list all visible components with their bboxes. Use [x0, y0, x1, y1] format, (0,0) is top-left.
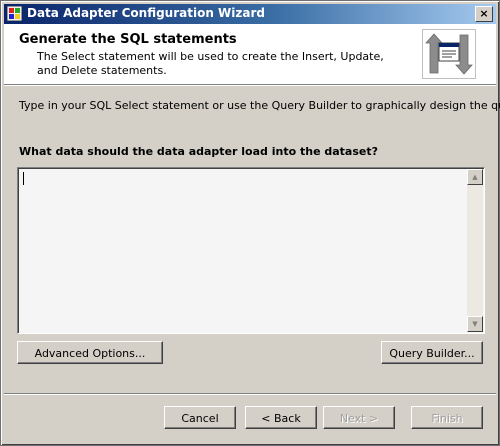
page-title: Generate the SQL statements: [19, 32, 237, 47]
close-button[interactable]: ×: [475, 6, 493, 22]
advanced-options-button[interactable]: Advanced Options...: [17, 341, 163, 364]
next-button[interactable]: Next >: [323, 406, 395, 429]
data-transfer-icon: [422, 29, 476, 79]
text-caret: [23, 172, 24, 185]
header-divider: [4, 84, 496, 86]
sql-statement-textarea[interactable]: ▲ ▼: [17, 167, 485, 334]
footer-divider: [4, 393, 496, 395]
wizard-header: Generate the SQL statements The Select s…: [4, 24, 496, 84]
instruction-text: Type in your SQL Select statement or use…: [19, 99, 500, 112]
vertical-scrollbar[interactable]: ▲ ▼: [467, 169, 483, 332]
window-title: Data Adapter Configuration Wizard: [27, 6, 265, 20]
finish-button[interactable]: Finish: [411, 406, 483, 429]
cancel-button[interactable]: Cancel: [164, 406, 236, 429]
back-button[interactable]: < Back: [245, 406, 317, 429]
page-description: The Select statement will be used to cre…: [37, 50, 384, 77]
scroll-up-arrow-icon[interactable]: ▲: [467, 169, 483, 185]
sql-prompt-label: What data should the data adapter load i…: [19, 145, 378, 158]
query-builder-button[interactable]: Query Builder...: [381, 341, 483, 364]
title-bar[interactable]: Data Adapter Configuration Wizard ×: [4, 4, 496, 24]
app-icon: [7, 6, 22, 21]
wizard-window: Data Adapter Configuration Wizard × Gene…: [0, 0, 500, 446]
scroll-down-arrow-icon[interactable]: ▼: [467, 316, 483, 332]
